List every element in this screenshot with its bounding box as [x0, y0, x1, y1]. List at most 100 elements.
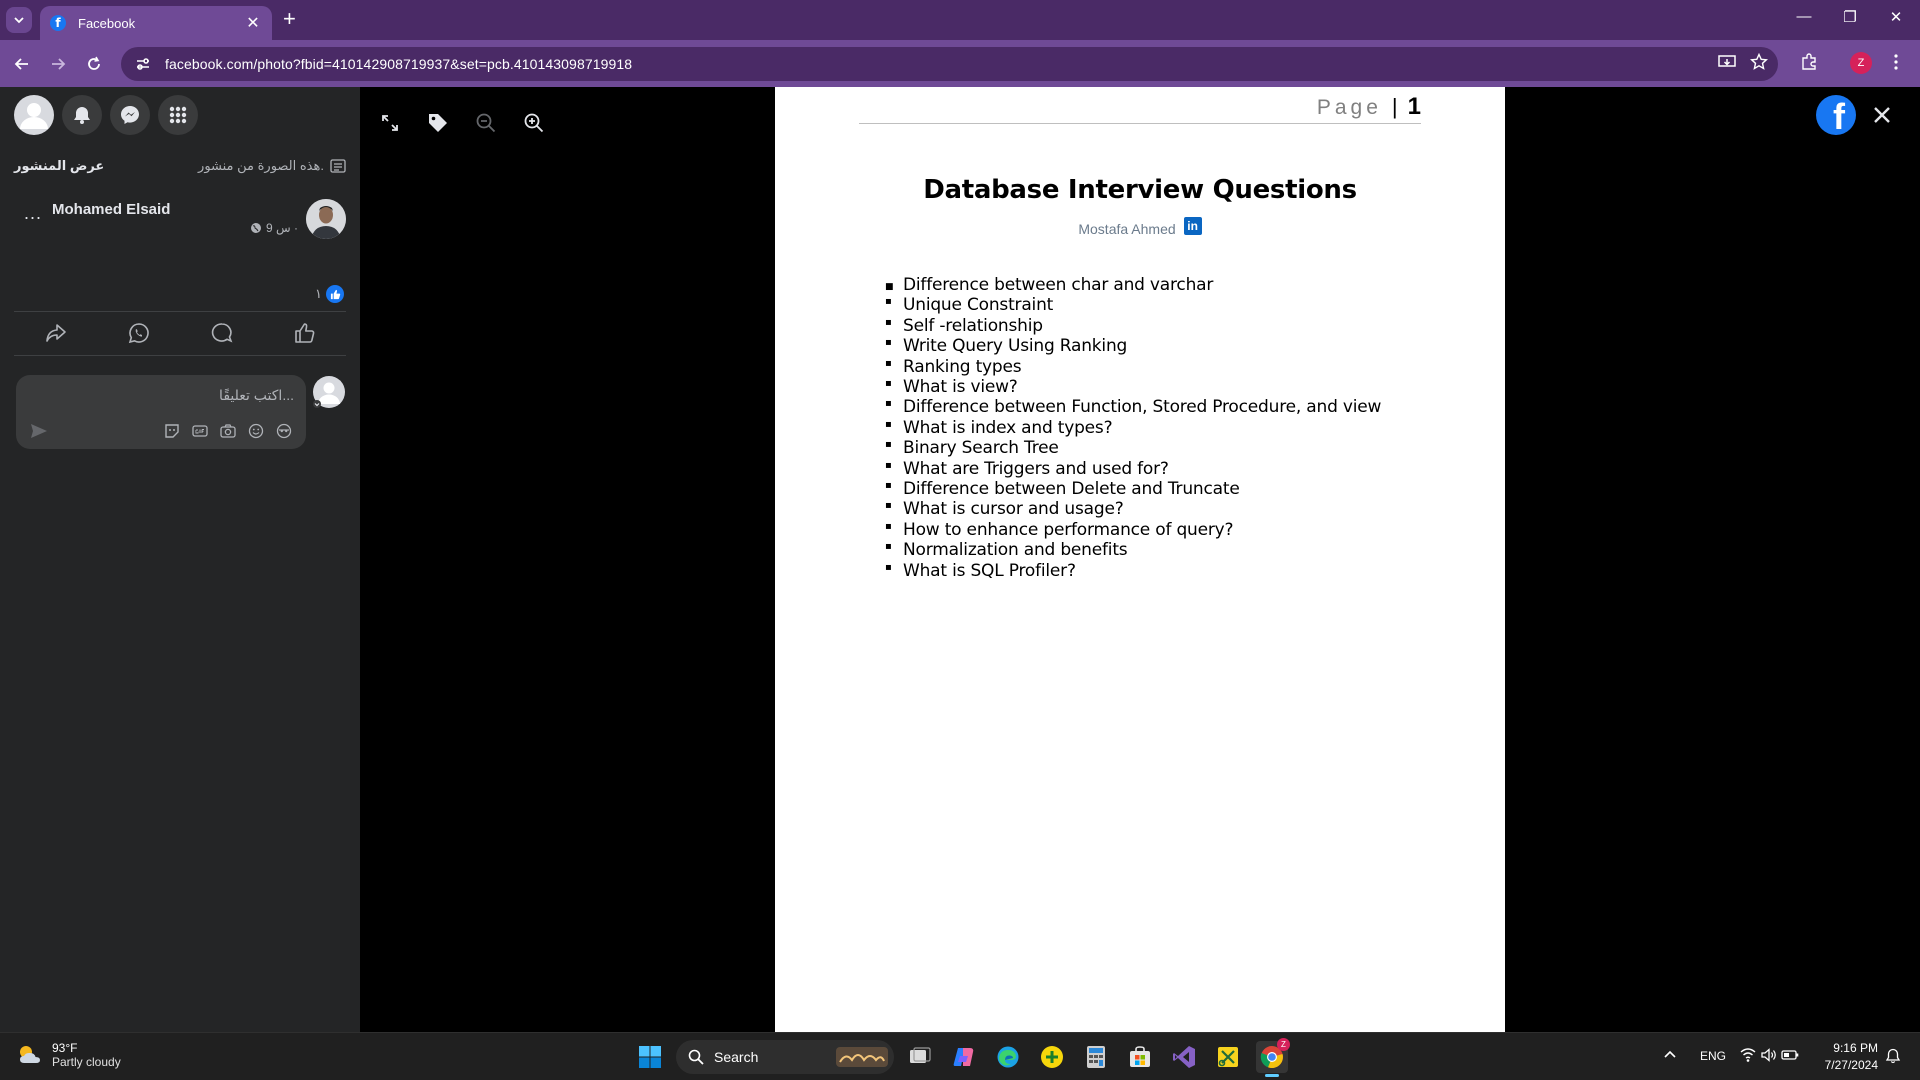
- sticky-tool-button[interactable]: [1212, 1041, 1244, 1073]
- send-comment-button[interactable]: [30, 423, 48, 444]
- like-reaction-icon: [326, 285, 344, 303]
- question-item: ▪ Unique Constraint: [883, 295, 1381, 315]
- close-viewer-button[interactable]: [1868, 101, 1896, 129]
- commenter-avatar[interactable]: [313, 376, 345, 408]
- whatsapp-send-button[interactable]: [117, 315, 161, 351]
- comment-placeholder[interactable]: اكتب تعليقًا...: [219, 387, 294, 404]
- weather-widget[interactable]: 93°F Partly cloudy: [16, 1041, 121, 1069]
- notifications-center[interactable]: [1885, 1048, 1901, 1067]
- notifications-button[interactable]: [62, 95, 102, 135]
- reaction-summary[interactable]: ١: [315, 285, 344, 303]
- more-options-button[interactable]: ...: [24, 203, 42, 224]
- divider: [14, 355, 346, 356]
- visual-studio-button[interactable]: [1168, 1041, 1200, 1073]
- tag-photo-button[interactable]: [422, 107, 454, 139]
- photo-button[interactable]: [218, 421, 238, 441]
- search-icon: [688, 1049, 704, 1065]
- question-text: How to enhance performance of query?: [903, 519, 1234, 540]
- system-clock[interactable]: 9:16 PM 7/27/2024: [1825, 1040, 1878, 1074]
- browser-menu-icon[interactable]: [1882, 48, 1910, 76]
- gif-icon: [192, 425, 208, 437]
- forward-button[interactable]: [44, 50, 72, 78]
- taskbar-search[interactable]: Search: [676, 1040, 894, 1074]
- view-post-link[interactable]: عرض المنشور: [14, 158, 104, 174]
- snip-tool-icon: [1218, 1047, 1238, 1067]
- globe-icon: [250, 223, 261, 233]
- sticker-button[interactable]: [162, 421, 182, 441]
- question-text: Difference between char and varchar: [903, 275, 1214, 295]
- author-name[interactable]: Mohamed Elsaid: [52, 201, 170, 218]
- comment-button[interactable]: [200, 315, 244, 351]
- zoom-out-button[interactable]: [470, 107, 502, 139]
- tab-facebook[interactable]: f Facebook ✕: [40, 6, 272, 40]
- plus-app-icon: [1041, 1046, 1063, 1068]
- calculator-button[interactable]: [1080, 1041, 1112, 1073]
- page-word: Page: [1316, 96, 1382, 119]
- tab-close-icon[interactable]: ✕: [244, 13, 262, 33]
- search-label: Search: [714, 1049, 759, 1065]
- photo-viewer: Page | 1 Database Interview Questions Mo…: [360, 87, 1920, 1032]
- network-volume-battery[interactable]: [1740, 1047, 1800, 1066]
- account-icons: [14, 95, 198, 137]
- question-text: Binary Search Tree: [903, 438, 1059, 459]
- menu-grid-button[interactable]: [158, 95, 198, 135]
- zoom-in-icon: [524, 113, 544, 133]
- bullet-icon: ▪: [885, 480, 892, 492]
- close-window-button[interactable]: ✕: [1884, 8, 1908, 26]
- show-hidden-icons[interactable]: [1664, 1047, 1676, 1061]
- copilot-button[interactable]: [948, 1041, 980, 1073]
- gif-button[interactable]: [190, 421, 210, 441]
- whatsapp-icon: [128, 323, 149, 344]
- comment-composer[interactable]: اكتب تعليقًا...: [16, 375, 306, 449]
- store-button[interactable]: [1124, 1041, 1156, 1073]
- author-avatar[interactable]: [306, 199, 346, 239]
- smiley-icon: [248, 423, 264, 439]
- account-avatar[interactable]: [14, 95, 54, 135]
- post-actions: [14, 312, 346, 354]
- question-text: What is SQL Profiler?: [903, 560, 1076, 581]
- fullscreen-button[interactable]: [374, 107, 406, 139]
- start-button[interactable]: [634, 1041, 666, 1073]
- edge-button[interactable]: [992, 1041, 1024, 1073]
- question-text: Difference between Delete and Truncate: [903, 479, 1240, 500]
- search-highlight-icon: [836, 1047, 888, 1067]
- install-app-icon[interactable]: [1713, 48, 1741, 76]
- bullet-icon: ▪: [885, 357, 892, 369]
- messenger-button[interactable]: [110, 95, 150, 135]
- bookmark-star-icon[interactable]: [1745, 48, 1773, 76]
- tab-search-button[interactable]: [6, 7, 32, 33]
- chrome-button[interactable]: Z: [1256, 1038, 1290, 1077]
- page-header: Page | 1: [1317, 93, 1421, 121]
- task-view-button[interactable]: [904, 1041, 936, 1073]
- visual-studio-icon: [1173, 1046, 1195, 1068]
- windows-logo-icon: [639, 1046, 661, 1068]
- author-credit: Mostafa Ahmed: [1078, 221, 1176, 237]
- share-button[interactable]: [34, 315, 78, 351]
- input-language[interactable]: ENG: [1700, 1049, 1726, 1063]
- restore-button[interactable]: ❐: [1838, 8, 1862, 26]
- avatar-sticker-button[interactable]: [274, 421, 294, 441]
- reload-button[interactable]: [80, 50, 108, 78]
- extensions-puzzle-icon[interactable]: [1795, 48, 1823, 76]
- address-bar[interactable]: facebook.com/photo?fbid=410142908719937&…: [121, 47, 1778, 81]
- site-info-icon[interactable]: [133, 54, 153, 74]
- zoom-in-button[interactable]: [518, 107, 550, 139]
- bullet-icon: ▪: [885, 378, 892, 390]
- minimize-button[interactable]: —: [1792, 8, 1816, 25]
- avatar-face-icon: [276, 423, 292, 439]
- camera-icon: [220, 424, 236, 438]
- post-time[interactable]: 9 س ·: [266, 221, 298, 235]
- tab-title: Facebook: [78, 15, 136, 31]
- like-button[interactable]: [283, 315, 327, 351]
- facebook-logo[interactable]: f: [1816, 95, 1856, 135]
- document-title: Database Interview Questions: [923, 175, 1357, 205]
- photo-note: هذه الصورة من منشور.: [198, 158, 346, 174]
- question-item: ▪ What are Triggers and used for?: [883, 459, 1381, 479]
- emoji-button[interactable]: [246, 421, 266, 441]
- app-plus-button[interactable]: [1036, 1041, 1068, 1073]
- facebook-favicon-icon: f: [50, 15, 66, 31]
- new-tab-button[interactable]: +: [283, 8, 296, 30]
- back-button[interactable]: [8, 50, 36, 78]
- profile-avatar[interactable]: Z: [1850, 52, 1872, 74]
- question-item: ▪ What is index and types?: [883, 418, 1381, 438]
